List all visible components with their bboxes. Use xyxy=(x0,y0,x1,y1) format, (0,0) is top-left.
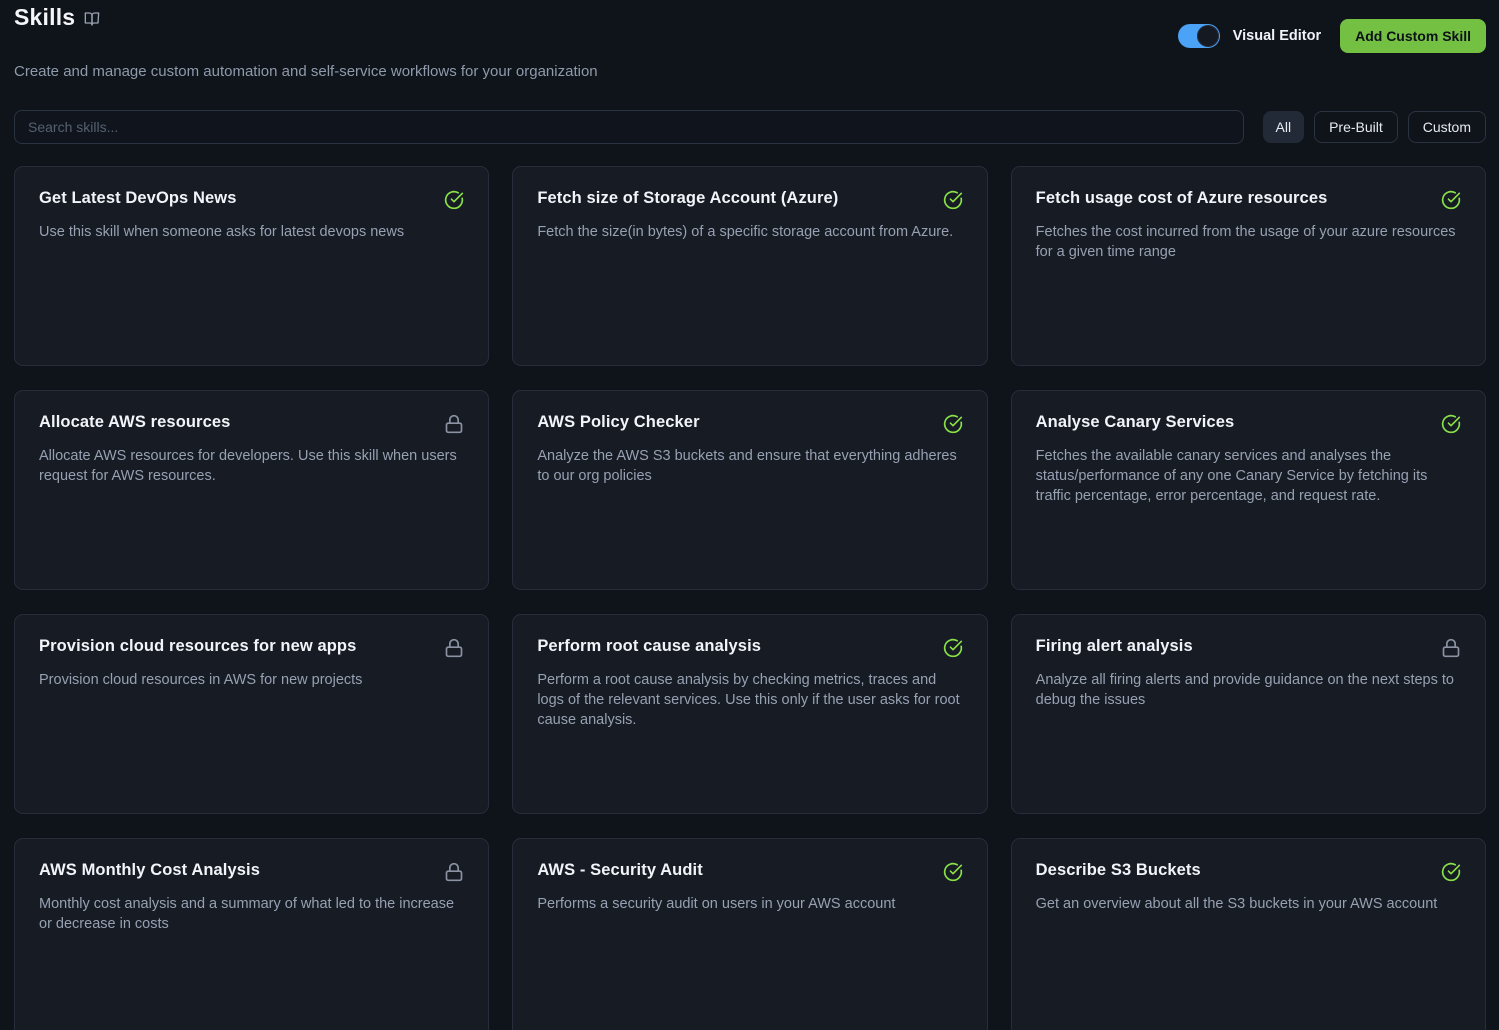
visual-editor-label: Visual Editor xyxy=(1233,28,1321,44)
skill-title: Perform root cause analysis xyxy=(537,637,761,656)
skill-title: Get Latest DevOps News xyxy=(39,189,237,208)
skill-description: Fetches the cost incurred from the usage… xyxy=(1036,222,1461,262)
card-head: Analyse Canary Services xyxy=(1036,413,1461,434)
title-wrap: Skills xyxy=(14,4,100,31)
skill-card[interactable]: AWS - Security Audit Performs a security … xyxy=(512,838,987,1030)
skill-title: AWS Policy Checker xyxy=(537,413,699,432)
card-head: Firing alert analysis xyxy=(1036,637,1461,658)
skill-title: Analyse Canary Services xyxy=(1036,413,1235,432)
card-head: AWS Policy Checker xyxy=(537,413,962,434)
skill-title: AWS Monthly Cost Analysis xyxy=(39,861,260,880)
page-header: Skills Visual Editor Add Custom Skill xyxy=(14,4,1486,53)
card-head: Describe S3 Buckets xyxy=(1036,861,1461,882)
skill-card[interactable]: AWS Monthly Cost Analysis Monthly cost an… xyxy=(14,838,489,1030)
skill-card[interactable]: Fetch usage cost of Azure resources Fetch… xyxy=(1011,166,1486,366)
skill-title: Describe S3 Buckets xyxy=(1036,861,1201,880)
check-circle-icon xyxy=(943,189,963,210)
skill-title: Allocate AWS resources xyxy=(39,413,230,432)
lock-icon xyxy=(444,861,464,882)
skill-title: AWS - Security Audit xyxy=(537,861,703,880)
card-head: Get Latest DevOps News xyxy=(39,189,464,210)
card-head: Fetch usage cost of Azure resources xyxy=(1036,189,1461,210)
check-circle-icon xyxy=(943,413,963,434)
header-actions: Visual Editor Add Custom Skill xyxy=(1178,19,1486,53)
filter-button-all[interactable]: All xyxy=(1263,111,1305,143)
page-title: Skills xyxy=(14,4,75,31)
card-head: Provision cloud resources for new apps xyxy=(39,637,464,658)
skill-description: Provision cloud resources in AWS for new… xyxy=(39,670,464,690)
skill-description: Performs a security audit on users in yo… xyxy=(537,894,962,914)
check-circle-icon xyxy=(943,637,963,658)
skill-description: Analyze the AWS S3 buckets and ensure th… xyxy=(537,446,962,486)
card-head: Allocate AWS resources xyxy=(39,413,464,434)
toggle-knob xyxy=(1197,25,1219,47)
skill-description: Fetches the available canary services an… xyxy=(1036,446,1461,506)
check-circle-icon xyxy=(943,861,963,882)
lock-icon xyxy=(1441,637,1461,658)
skill-card[interactable]: Provision cloud resources for new apps Pr… xyxy=(14,614,489,814)
skill-title: Fetch usage cost of Azure resources xyxy=(1036,189,1328,208)
skill-description: Get an overview about all the S3 buckets… xyxy=(1036,894,1461,914)
skill-description: Perform a root cause analysis by checkin… xyxy=(537,670,962,730)
check-circle-icon xyxy=(444,189,464,210)
skill-description: Monthly cost analysis and a summary of w… xyxy=(39,894,464,934)
skill-title: Provision cloud resources for new apps xyxy=(39,637,356,656)
add-custom-skill-button[interactable]: Add Custom Skill xyxy=(1340,19,1486,53)
page-subtitle: Create and manage custom automation and … xyxy=(14,63,1486,80)
skill-description: Fetch the size(in bytes) of a specific s… xyxy=(537,222,962,242)
card-head: Fetch size of Storage Account (Azure) xyxy=(537,189,962,210)
visual-editor-toggle[interactable] xyxy=(1178,24,1220,48)
card-head: AWS - Security Audit xyxy=(537,861,962,882)
skill-card[interactable]: Allocate AWS resources Allocate AWS resou… xyxy=(14,390,489,590)
skill-description: Use this skill when someone asks for lat… xyxy=(39,222,464,242)
lock-icon xyxy=(444,637,464,658)
lock-icon xyxy=(444,413,464,434)
controls-row: All Pre-Built Custom xyxy=(14,110,1486,144)
skill-description: Allocate AWS resources for developers. U… xyxy=(39,446,464,486)
check-circle-icon xyxy=(1441,189,1461,210)
skill-card[interactable]: Describe S3 Buckets Get an overview about… xyxy=(1011,838,1486,1030)
check-circle-icon xyxy=(1441,413,1461,434)
skill-title: Fetch size of Storage Account (Azure) xyxy=(537,189,838,208)
skills-grid: Get Latest DevOps News Use this skill whe… xyxy=(14,166,1486,1030)
card-head: AWS Monthly Cost Analysis xyxy=(39,861,464,882)
skill-card[interactable]: AWS Policy Checker Analyze the AWS S3 buc… xyxy=(512,390,987,590)
skill-description: Analyze all firing alerts and provide gu… xyxy=(1036,670,1461,710)
filter-button-pre-built[interactable]: Pre-Built xyxy=(1314,111,1398,143)
skill-card[interactable]: Analyse Canary Services Fetches the avail… xyxy=(1011,390,1486,590)
skill-card[interactable]: Firing alert analysis Analyze all firing … xyxy=(1011,614,1486,814)
search-input[interactable] xyxy=(14,110,1244,144)
check-circle-icon xyxy=(1441,861,1461,882)
skill-card[interactable]: Fetch size of Storage Account (Azure) Fet… xyxy=(512,166,987,366)
book-open-icon xyxy=(84,8,100,27)
card-head: Perform root cause analysis xyxy=(537,637,962,658)
skills-page: Skills Visual Editor Add Custom Skill Cr… xyxy=(0,0,1499,1030)
skill-card[interactable]: Perform root cause analysis Perform a roo… xyxy=(512,614,987,814)
skill-card[interactable]: Get Latest DevOps News Use this skill whe… xyxy=(14,166,489,366)
skill-title: Firing alert analysis xyxy=(1036,637,1193,656)
filter-group: All Pre-Built Custom xyxy=(1263,111,1486,143)
filter-button-custom[interactable]: Custom xyxy=(1408,111,1486,143)
